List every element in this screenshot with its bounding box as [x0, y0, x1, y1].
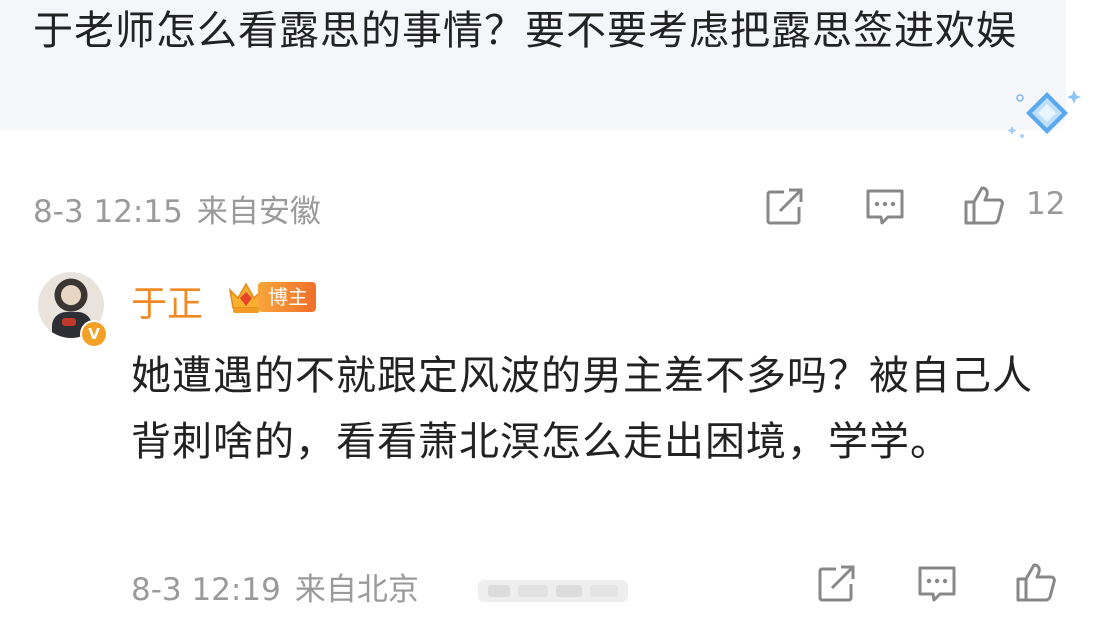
comment-location: 来自安徽	[196, 194, 321, 230]
reply-meta: 8-3 12:19 来自北京	[131, 564, 419, 609]
comment-date: 8-3 12:15	[33, 194, 183, 230]
verified-badge-icon: V	[80, 320, 108, 348]
comment-bubble: 于老师怎么看露思的事情？要不要考虑把露思签进欢娱	[0, 0, 1066, 130]
comment-thread: 于老师怎么看露思的事情？要不要考虑把露思签进欢娱 8-3 12:15 来自安徽 1…	[0, 0, 1104, 622]
watermark-blur	[478, 580, 628, 602]
comment-text: 于老师怎么看露思的事情？要不要考虑把露思签进欢娱	[33, 8, 1017, 54]
like-count: 12	[1026, 186, 1066, 222]
blogger-badge: 博主	[258, 282, 316, 312]
reply-date: 8-3 12:19	[131, 572, 281, 608]
reply-comment-icon[interactable]	[915, 562, 959, 606]
reply-share-icon[interactable]	[814, 562, 858, 606]
avatar-accent	[62, 318, 76, 326]
like-icon[interactable]	[962, 183, 1006, 227]
reply-like-icon[interactable]	[1014, 560, 1058, 604]
diamond-badge-icon	[1008, 90, 1081, 138]
comment-icon[interactable]	[863, 185, 907, 229]
share-icon[interactable]	[762, 185, 806, 229]
reply-text: 她遭遇的不就跟定风波的男主差不多吗？被自己人背刺啥的，看看萧北溟怎么走出困境，学…	[131, 353, 1033, 465]
reply-location: 来自北京	[294, 572, 419, 608]
reply-username[interactable]: 于正	[131, 275, 203, 327]
comment-meta: 8-3 12:15 来自安徽	[33, 186, 321, 231]
